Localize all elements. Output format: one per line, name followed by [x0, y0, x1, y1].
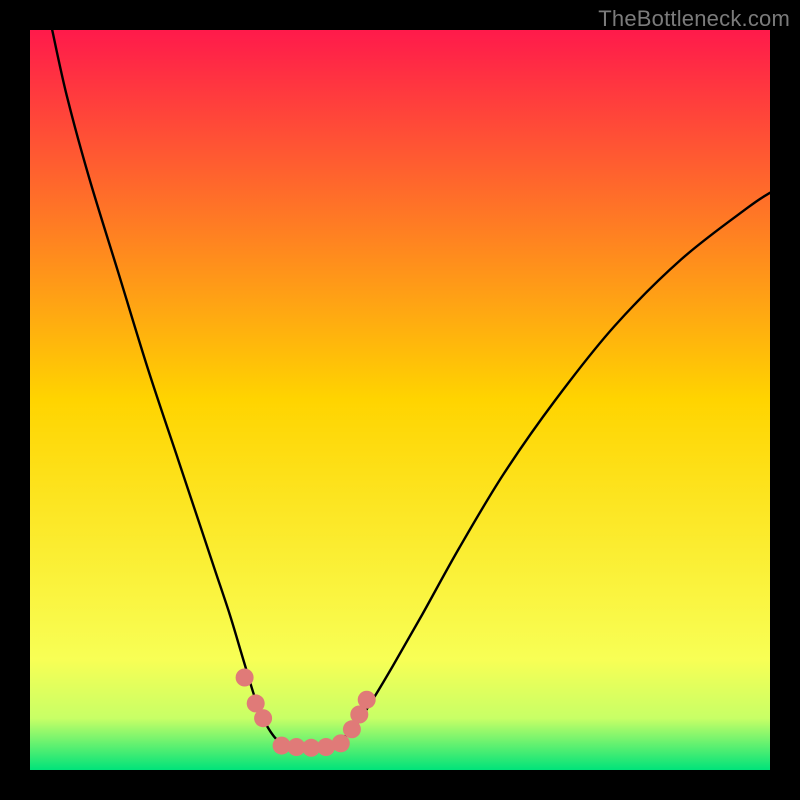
watermark-text: TheBottleneck.com [598, 6, 790, 32]
chart-plot-area [30, 30, 770, 770]
marker-point [236, 669, 254, 687]
chart-background [30, 30, 770, 770]
marker-point [254, 709, 272, 727]
marker-point [358, 691, 376, 709]
chart-svg [30, 30, 770, 770]
marker-point [332, 734, 350, 752]
